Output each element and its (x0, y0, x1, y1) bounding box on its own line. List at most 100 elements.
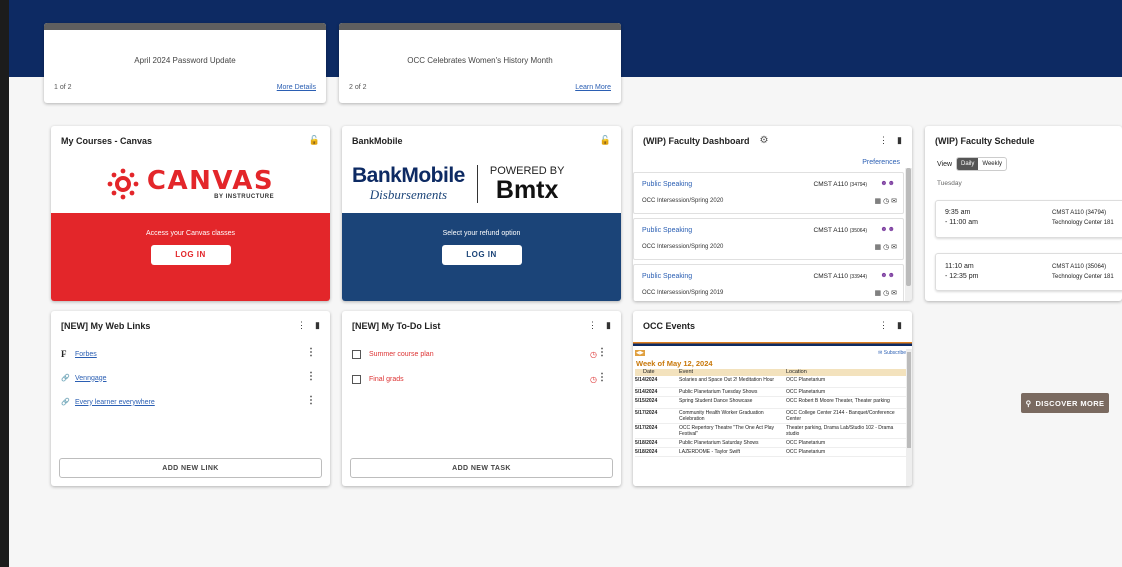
lock-icon[interactable]: 🔓 (309, 135, 320, 146)
event-location: OCC Robert B Moore Theater, Theater park… (786, 398, 890, 404)
roster-icon[interactable]: ☻☻ (880, 180, 895, 187)
faculty-dashboard-card: (WIP) Faculty Dashboard ⚙ ⋮ ▮ Preference… (633, 126, 912, 301)
bankmobile-subtext: Disbursements (369, 187, 448, 202)
lock-icon[interactable]: 🔓 (600, 135, 611, 146)
canvas-mark-icon (107, 168, 139, 200)
add-new-task-button[interactable]: ADD NEW TASK (350, 458, 613, 478)
canvas-login-button[interactable]: LOG IN (150, 245, 231, 265)
course-id: (35064) (849, 228, 867, 234)
more-options-icon[interactable]: ⋮ (297, 320, 306, 331)
events-color-stripe (633, 342, 912, 346)
event-location: OCC Planetarium (786, 449, 826, 455)
course-name-link[interactable]: Public Speaking (642, 181, 692, 188)
col-date: Date (643, 369, 655, 375)
todo-item: Summer course plan ◷ ⋮ (352, 347, 611, 361)
course-actions-icons[interactable]: ▦ ◷ ✉ (875, 243, 897, 251)
web-link[interactable]: Every learner everywhere (75, 399, 155, 406)
course-actions-icons[interactable]: ▦ ◷ ✉ (875, 197, 897, 205)
event-row[interactable]: 5/14/2024 Public Planetarium Tuesday Show… (635, 388, 912, 397)
todo-card: [NEW] My To-Do List ⋮ ▮ Summer course pl… (342, 311, 621, 486)
todo-checkbox[interactable] (352, 349, 361, 359)
event-date: 5/18/2024 (635, 440, 658, 446)
canvas-message: Access your Canvas classes (145, 230, 236, 237)
more-details-link[interactable]: More Details (277, 84, 316, 91)
event-location: OCC Planetarium (786, 377, 826, 383)
events-scrollbar[interactable] (906, 349, 912, 486)
event-title: OCC Repertory Theatre "The One Act Play … (679, 425, 775, 437)
announcement-title: April 2024 Password Update (134, 56, 236, 65)
course-id: (33944) (849, 274, 867, 280)
item-menu-icon[interactable]: ⋮ (306, 347, 316, 359)
announcement-card: OCC Celebrates Women's History Month 2 o… (339, 23, 621, 103)
item-menu-icon[interactable]: ⋮ (597, 372, 607, 384)
add-new-link-button[interactable]: ADD NEW LINK (59, 458, 322, 478)
event-title: LAZERDOME - Taylor Swift (679, 449, 741, 455)
canvas-logo: CANVAS BY INSTRUCTURE (51, 155, 330, 213)
event-location: OCC College Center 2144 - Banquet/Confer… (786, 410, 895, 422)
more-options-icon[interactable]: ⋮ (588, 320, 597, 331)
todo-text: Summer course plan (369, 350, 434, 358)
course-id: (34794) (849, 182, 867, 188)
discover-more-button[interactable]: ⚲ DISCOVER MORE (1021, 393, 1109, 413)
event-row[interactable]: 5/17/2024 Community Health Worker Graduat… (635, 409, 912, 424)
subscribe-link[interactable]: ✉ Subscribe (878, 350, 906, 356)
learn-more-link[interactable]: Learn More (575, 84, 611, 91)
tab-daily[interactable]: Daily (957, 158, 979, 170)
schedule-entry[interactable]: 9:35 am - 11:00 am CMST A110 (34794) Tec… (935, 200, 1122, 238)
event-row[interactable]: 5/14/2024 Solaries and Space Out 2! Medit… (635, 376, 912, 388)
entry-start: 9:35 am (945, 209, 971, 216)
event-row[interactable]: 5/15/2024 Spring Student Dance Showcase OC… (635, 397, 912, 409)
course-code: CMST A110 (813, 273, 848, 280)
announcement-card: April 2024 Password Update 1 of 2 More D… (44, 23, 326, 103)
event-row[interactable]: 5/18/2024 Public Planetarium Saturday Sho… (635, 439, 912, 448)
card-title: (WIP) Faculty Dashboard (643, 135, 750, 146)
event-row[interactable]: 5/17/2024 OCC Repertory Theatre "The One … (635, 424, 912, 439)
course-term: OCC Intersession/Spring 2020 (642, 244, 724, 250)
course-name-link[interactable]: Public Speaking (642, 273, 692, 280)
bookmark-icon[interactable]: ▮ (606, 320, 611, 331)
tab-weekly[interactable]: Weekly (978, 158, 1006, 170)
scrollbar[interactable] (905, 168, 912, 301)
item-menu-icon[interactable]: ⋮ (306, 371, 316, 383)
web-link[interactable]: Venngage (75, 375, 107, 382)
bankmobile-login-band: Select your refund option LOG IN (342, 213, 621, 301)
event-row[interactable]: 5/18/2024 LAZERDOME - Taylor Swift OCC Pla… (635, 448, 912, 457)
preferences-link[interactable]: Preferences (862, 159, 900, 166)
entry-room: Technology Center 181 (1052, 220, 1114, 226)
events-frame: ◀▶ ✉ Subscribe Week of May 12, 2024 Date… (635, 349, 912, 486)
course-actions-icons[interactable]: ▦ ◷ ✉ (875, 289, 897, 297)
gear-icon[interactable]: ⚙ (760, 135, 769, 146)
nav-arrows-icon[interactable]: ◀▶ (635, 350, 645, 356)
link-icon: 🔗 (61, 399, 70, 406)
subscribe-text: Subscribe (883, 350, 906, 356)
item-menu-icon[interactable]: ⋮ (306, 395, 316, 407)
event-date: 5/18/2024 (635, 449, 658, 455)
schedule-entry[interactable]: 11:10 am - 12:35 pm CMST A110 (35064) Te… (935, 253, 1122, 291)
bankmobile-login-button[interactable]: LOG IN (441, 245, 522, 265)
bookmark-icon[interactable]: ▮ (897, 135, 902, 146)
events-header-row: Date Event Location (635, 369, 912, 376)
bankmobile-wordmark: BankMobile (352, 164, 465, 187)
more-options-icon[interactable]: ⋮ (879, 320, 888, 331)
search-icon: ⚲ (1025, 398, 1032, 408)
card-title: OCC Events (643, 320, 696, 331)
todo-checkbox[interactable] (352, 374, 361, 384)
roster-icon[interactable]: ☻☻ (880, 272, 895, 279)
bankmobile-message: Select your refund option (442, 230, 521, 237)
bookmark-icon[interactable]: ▮ (897, 320, 902, 331)
roster-icon[interactable]: ☻☻ (880, 226, 895, 233)
entry-course: CMST A110 (35064) (1052, 264, 1107, 270)
more-options-icon[interactable]: ⋮ (879, 135, 888, 146)
item-menu-icon[interactable]: ⋮ (597, 347, 607, 359)
announcement-counter: 1 of 2 (54, 84, 72, 91)
announcement-bar (339, 23, 621, 30)
alarm-icon[interactable]: ◷ (590, 375, 597, 384)
event-date: 5/17/2024 (635, 425, 658, 431)
course-name-link[interactable]: Public Speaking (642, 227, 692, 234)
bankmobile-logo: BankMobile Disbursements POWERED BY Bmtx (342, 155, 621, 213)
web-link[interactable]: Forbes (75, 351, 97, 358)
event-location: OCC Planetarium (786, 440, 826, 446)
alarm-icon[interactable]: ◷ (590, 350, 597, 359)
logo-divider (476, 165, 478, 203)
bookmark-icon[interactable]: ▮ (315, 320, 320, 331)
